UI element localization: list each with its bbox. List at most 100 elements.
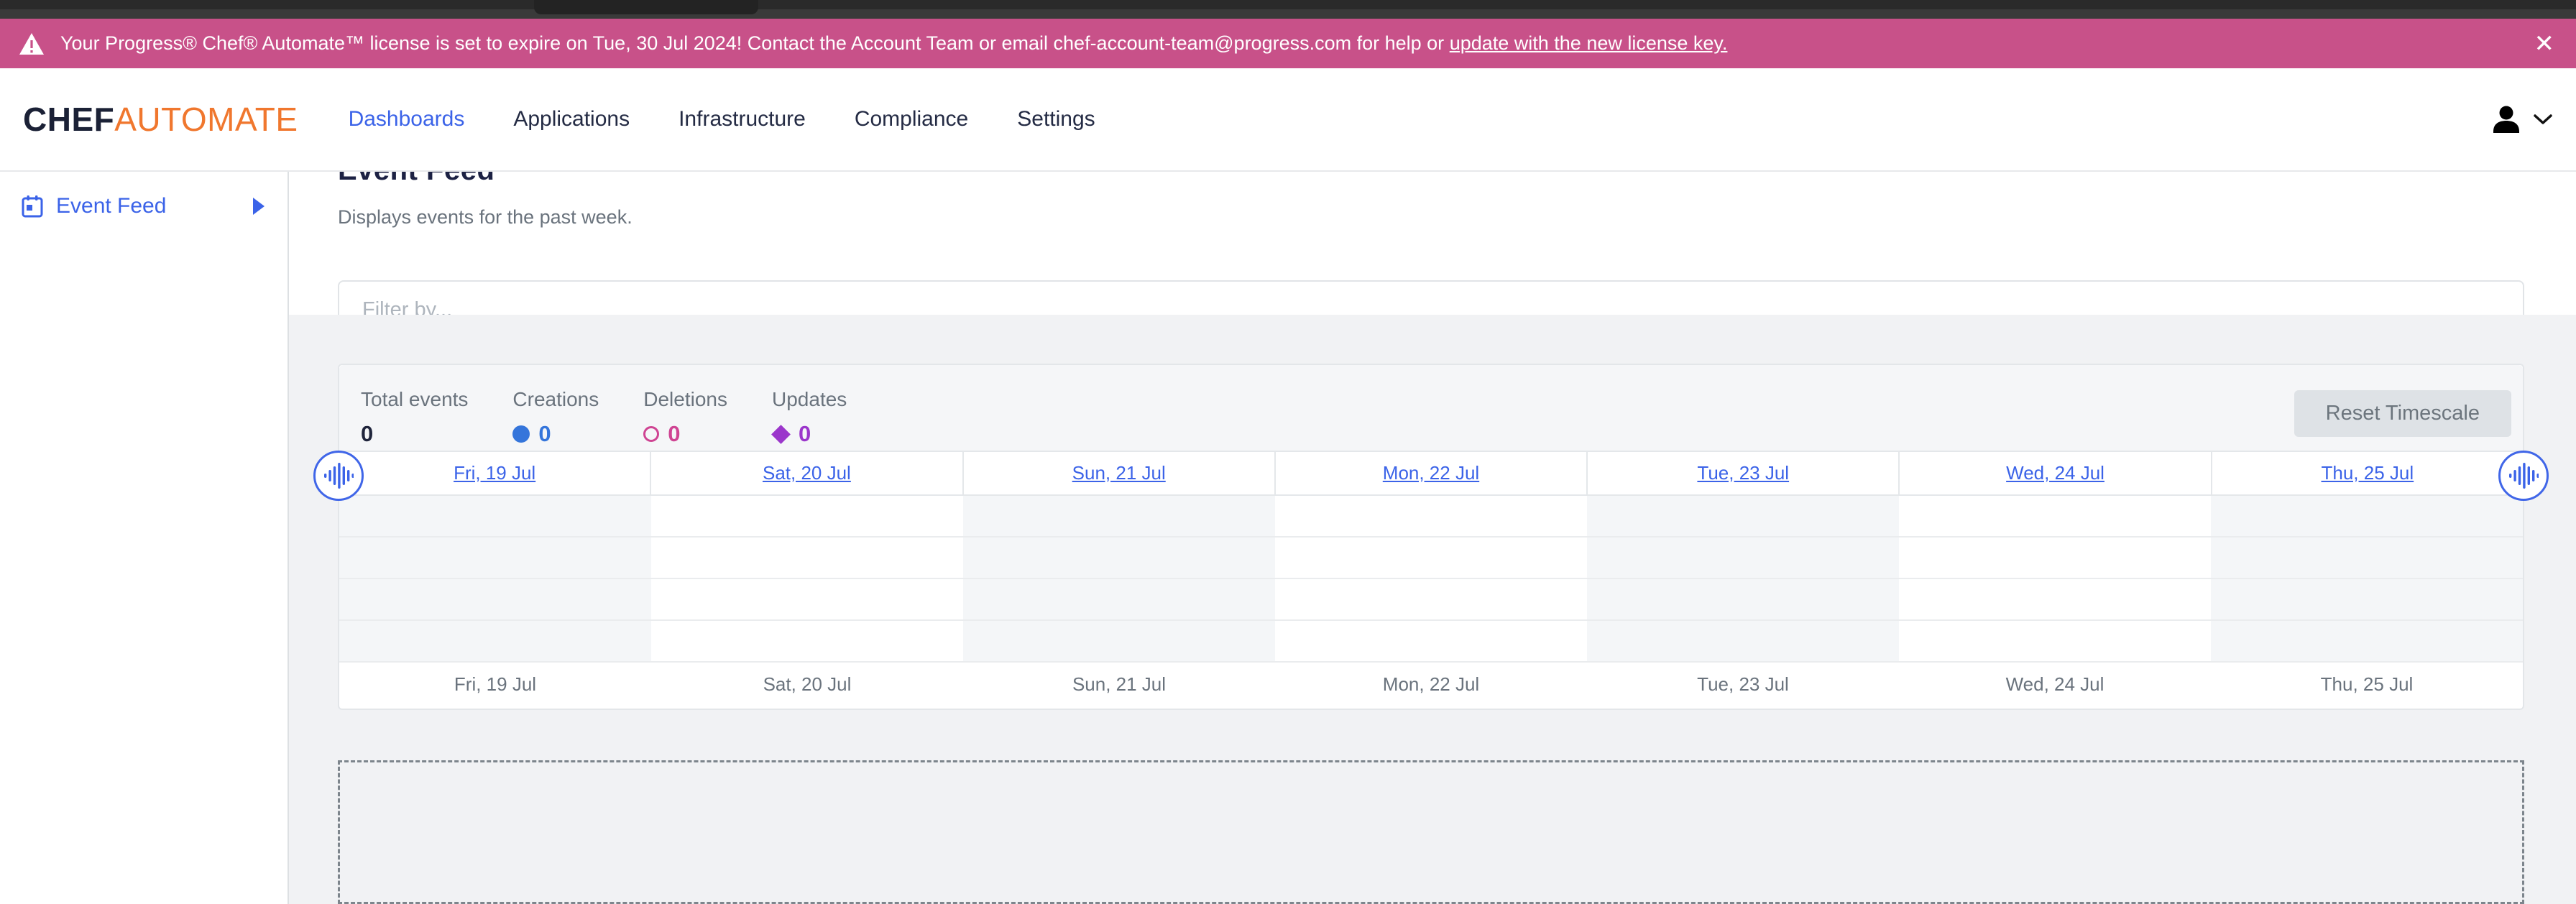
stat-label: Total events <box>361 388 468 411</box>
app-header: CHEFAUTOMATE Dashboards Applications Infra… <box>0 68 2576 172</box>
banner-close-icon[interactable]: ✕ <box>2534 32 2555 56</box>
filter-bar <box>338 280 2524 315</box>
license-expiry-banner: Your Progress® Chef® Automate™ license i… <box>0 19 2576 68</box>
timeline-cell <box>339 538 651 579</box>
timeline-cell <box>1275 621 1587 663</box>
sidebar: Event Feed <box>0 172 289 904</box>
timeline-cell <box>651 496 963 538</box>
browser-tab-silhouette <box>534 0 758 14</box>
day-header-cell: Wed, 24 Jul <box>1898 452 2210 494</box>
warning-triangle-icon <box>19 32 45 55</box>
user-profile-icon[interactable] <box>2490 103 2523 136</box>
stat-total-events: Total events 0 <box>361 388 468 447</box>
day-link[interactable]: Wed, 24 Jul <box>2006 462 2104 484</box>
timeline-cell <box>2211 538 2523 579</box>
reset-timescale-button[interactable]: Reset Timescale <box>2294 390 2511 437</box>
nav-item-compliance[interactable]: Compliance <box>855 107 968 132</box>
timeline-cell <box>1275 579 1587 621</box>
timeline-cell <box>963 579 1275 621</box>
day-link[interactable]: Sun, 21 Jul <box>1072 462 1166 484</box>
header-right <box>2490 103 2553 136</box>
day-footer-label: Mon, 22 Jul <box>1275 663 1587 706</box>
timeline-column <box>1587 496 1899 663</box>
timeline-section: Total events0Creations0Deletions0Updates… <box>289 315 2576 904</box>
logo-automate: AUTOMATE <box>114 101 298 138</box>
timeline-cell <box>963 496 1275 538</box>
timeline-column <box>651 496 963 663</box>
timescale-handle-left[interactable] <box>313 451 364 501</box>
page-description: Displays events for the past week. <box>338 206 2524 229</box>
timeline-cell <box>1275 496 1587 538</box>
empty-events-placeholder <box>338 760 2524 904</box>
timeline-column <box>963 496 1275 663</box>
sidebar-item-expand-arrow-icon[interactable] <box>253 198 264 215</box>
timeline-grid <box>339 496 2523 663</box>
license-message-text: Your Progress® Chef® Automate™ license i… <box>60 32 1450 54</box>
timeline-cell <box>339 621 651 663</box>
update-license-link[interactable]: update with the new license key. <box>1450 32 1728 54</box>
browser-chrome-strip <box>0 0 2576 19</box>
timeline-cell <box>1899 579 2211 621</box>
stat-value: 0 <box>799 421 811 447</box>
body-row: Event Feed Event Feed Displays events fo… <box>0 172 2576 904</box>
timeline-cell <box>2211 496 2523 538</box>
timeline-cell <box>1899 496 2211 538</box>
timeline-cell <box>1275 538 1587 579</box>
day-link[interactable]: Thu, 25 Jul <box>2322 462 2414 484</box>
day-footer-label: Sun, 21 Jul <box>963 663 1275 706</box>
day-header-cell: Tue, 23 Jul <box>1586 452 1898 494</box>
sidebar-item-label: Event Feed <box>56 194 166 218</box>
timeline-cell <box>1587 538 1899 579</box>
stat-deletions: Deletions 0 <box>643 388 727 447</box>
stat-value: 0 <box>538 421 551 447</box>
stat-marker-filled-circle-icon <box>512 425 530 443</box>
timeline-column <box>339 496 651 663</box>
day-link[interactable]: Sat, 20 Jul <box>763 462 851 484</box>
timeline-cell <box>2211 579 2523 621</box>
timeline-cell <box>1899 538 2211 579</box>
timeline-stats-bar: Total events0Creations0Deletions0Updates… <box>339 365 2523 452</box>
day-footer-label: Tue, 23 Jul <box>1587 663 1899 706</box>
timeline-day-footer-row: Fri, 19 JulSat, 20 JulSun, 21 JulMon, 22… <box>339 663 2523 706</box>
nav-item-settings[interactable]: Settings <box>1017 107 1095 132</box>
nav-item-infrastructure[interactable]: Infrastructure <box>678 107 806 132</box>
timeline-cell <box>651 579 963 621</box>
nav-item-dashboards[interactable]: Dashboards <box>349 107 465 132</box>
stat-marker-outline-circle-icon <box>643 426 659 442</box>
stat-creations: Creations0 <box>512 388 599 447</box>
timeline-cell <box>651 538 963 579</box>
page-title: Event Feed <box>338 172 2524 188</box>
event-timeline-card: Total events0Creations0Deletions0Updates… <box>338 364 2524 710</box>
filter-input[interactable] <box>338 280 2524 315</box>
timeline-cell <box>1587 621 1899 663</box>
day-header-cell: Mon, 22 Jul <box>1274 452 1586 494</box>
browser-titlebar <box>0 0 2576 9</box>
timeline-cell <box>963 538 1275 579</box>
day-header-cell: Sat, 20 Jul <box>650 452 962 494</box>
main-content: Event Feed Displays events for the past … <box>289 172 2576 904</box>
chevron-down-icon[interactable] <box>2533 113 2553 126</box>
nav-item-applications[interactable]: Applications <box>513 107 630 132</box>
timeline-cell <box>1587 579 1899 621</box>
day-link[interactable]: Mon, 22 Jul <box>1383 462 1479 484</box>
chef-automate-logo[interactable]: CHEFAUTOMATE <box>23 100 298 139</box>
page-header-section: Event Feed Displays events for the past … <box>289 172 2576 315</box>
day-link[interactable]: Tue, 23 Jul <box>1697 462 1789 484</box>
chef-automate-app: Your Progress® Chef® Automate™ license i… <box>0 0 2576 904</box>
main-nav: Dashboards Applications Infrastructure Comp… <box>349 107 1095 132</box>
timeline-cell <box>651 621 963 663</box>
day-header-cell: Thu, 25 Jul <box>2211 452 2523 494</box>
stat-value: 0 <box>361 421 373 447</box>
day-footer-label: Wed, 24 Jul <box>1899 663 2211 706</box>
sidebar-item-event-feed[interactable]: Event Feed <box>0 188 288 225</box>
timeline-cell <box>1587 496 1899 538</box>
day-footer-label: Thu, 25 Jul <box>2211 663 2523 706</box>
event-stats: Total events0Creations0Deletions0Updates… <box>361 388 847 447</box>
timescale-handle-right[interactable] <box>2498 451 2549 501</box>
day-footer-label: Sat, 20 Jul <box>651 663 963 706</box>
stat-label: Deletions <box>643 388 727 411</box>
timeline-column <box>1899 496 2211 663</box>
day-link[interactable]: Fri, 19 Jul <box>454 462 535 484</box>
timeline-cell <box>339 496 651 538</box>
stat-value: 0 <box>668 421 680 447</box>
